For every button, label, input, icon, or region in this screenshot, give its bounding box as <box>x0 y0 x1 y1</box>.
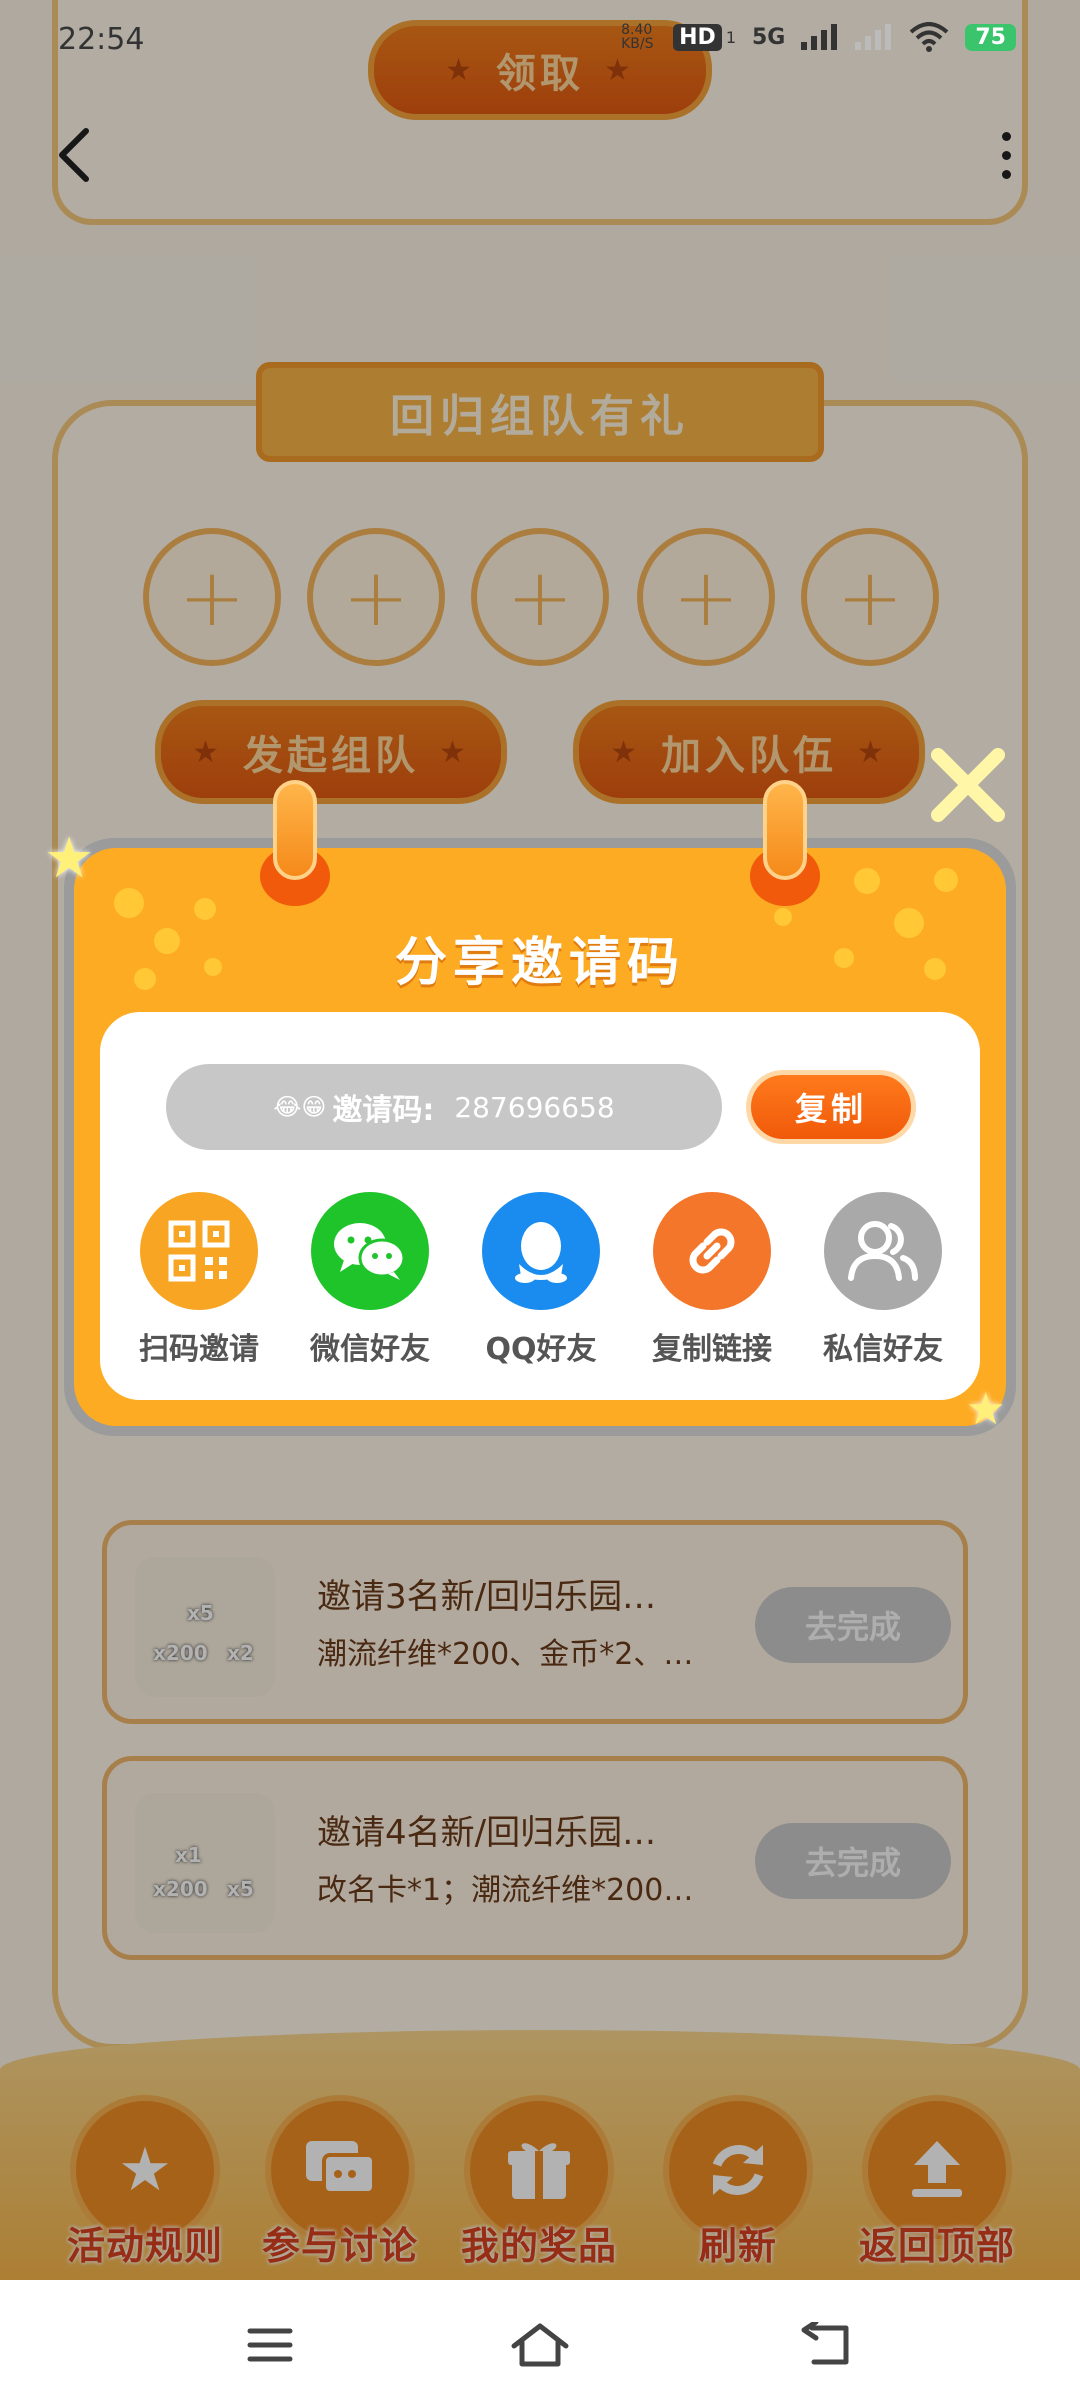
share-qq-label: QQ好友 <box>485 1332 597 1367</box>
share-qq[interactable]: QQ好友 <box>466 1192 616 1368</box>
share-card: 😂😁 邀请码: 287696658 复制 扫码邀请 微信好友 QQ好友 复制链接… <box>100 1012 980 1400</box>
battery-icon: 75 <box>965 23 1016 51</box>
share-private-message-label: 私信好友 <box>823 1332 943 1367</box>
star-icon: ★ <box>44 826 95 891</box>
home-icon[interactable] <box>500 2310 580 2380</box>
share-modal-body: 分享邀请码 😂😁 邀请码: 287696658 复制 扫码邀请 微信好友 QQ好… <box>74 848 1006 1426</box>
hd-icon: HD <box>673 23 722 51</box>
status-bar: 22:54 8.40 KB/S HD 1 5G 75 <box>0 0 1080 84</box>
wechat-icon <box>311 1192 429 1310</box>
share-private-message[interactable]: 私信好友 <box>808 1192 958 1368</box>
share-wechat-label: 微信好友 <box>310 1332 430 1367</box>
sim-indicator: 1 <box>725 27 736 47</box>
back-icon[interactable] <box>785 2310 865 2380</box>
code-emoji: 😂😁 <box>273 1093 327 1121</box>
share-qrcode[interactable]: 扫码邀请 <box>124 1192 274 1368</box>
copy-button[interactable]: 复制 <box>746 1070 916 1144</box>
signal-icon <box>801 24 838 50</box>
wifi-icon <box>910 22 949 52</box>
share-modal-title: 分享邀请码 <box>394 933 685 993</box>
peg-decoration <box>273 780 317 880</box>
share-qrcode-label: 扫码邀请 <box>139 1332 259 1367</box>
users-icon <box>824 1192 942 1310</box>
net-speed: 8.40 KB/S <box>621 22 654 52</box>
link-icon <box>653 1192 771 1310</box>
signal-empty-icon <box>855 24 892 50</box>
status-icons: 8.40 KB/S HD 1 5G 75 <box>621 22 1016 52</box>
system-nav-bar <box>0 2280 1080 2408</box>
qq-icon <box>482 1192 600 1310</box>
share-wechat[interactable]: 微信好友 <box>295 1192 445 1368</box>
invite-code-value: 287696658 <box>454 1090 615 1124</box>
share-copy-link[interactable]: 复制链接 <box>637 1192 787 1368</box>
close-icon[interactable] <box>928 745 1008 825</box>
star-icon: ★ <box>966 1384 1006 1435</box>
network-type: 5G <box>752 24 786 50</box>
invite-code-box: 😂😁 邀请码: 287696658 <box>166 1064 722 1150</box>
share-copy-link-label: 复制链接 <box>652 1332 772 1367</box>
peg-decoration <box>763 780 807 880</box>
menu-icon[interactable] <box>230 2310 310 2380</box>
invite-code-label: 邀请码: <box>332 1093 435 1128</box>
share-modal: 分享邀请码 😂😁 邀请码: 287696658 复制 扫码邀请 微信好友 QQ好… <box>64 838 1016 1436</box>
status-time: 22:54 <box>58 22 145 57</box>
qrcode-icon <box>140 1192 258 1310</box>
